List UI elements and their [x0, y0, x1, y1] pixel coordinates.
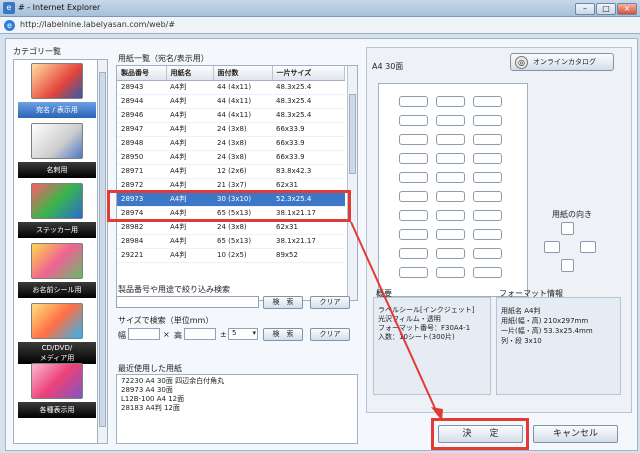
- highlight-arrow: [350, 221, 443, 421]
- url-text[interactable]: http://labelnine.labelyasan.com/web/#: [20, 20, 175, 29]
- window-title: # - Internet Explorer: [18, 3, 101, 12]
- address-bar[interactable]: e http://labelnine.labelyasan.com/web/#: [0, 17, 640, 34]
- browser-window: e # - Internet Explorer – □ × e http://l…: [0, 0, 640, 453]
- title-bar: e # - Internet Explorer – □ ×: [0, 0, 640, 17]
- app-content: カテゴリ一覧 宛名 / 表示用 名刺用 ステッカー用 お名前シール用 CD/DV…: [5, 38, 638, 451]
- minimize-button[interactable]: –: [575, 3, 595, 15]
- page-icon: e: [4, 20, 15, 31]
- maximize-button[interactable]: □: [596, 3, 616, 15]
- close-button[interactable]: ×: [617, 3, 637, 15]
- ie-icon: e: [3, 2, 15, 14]
